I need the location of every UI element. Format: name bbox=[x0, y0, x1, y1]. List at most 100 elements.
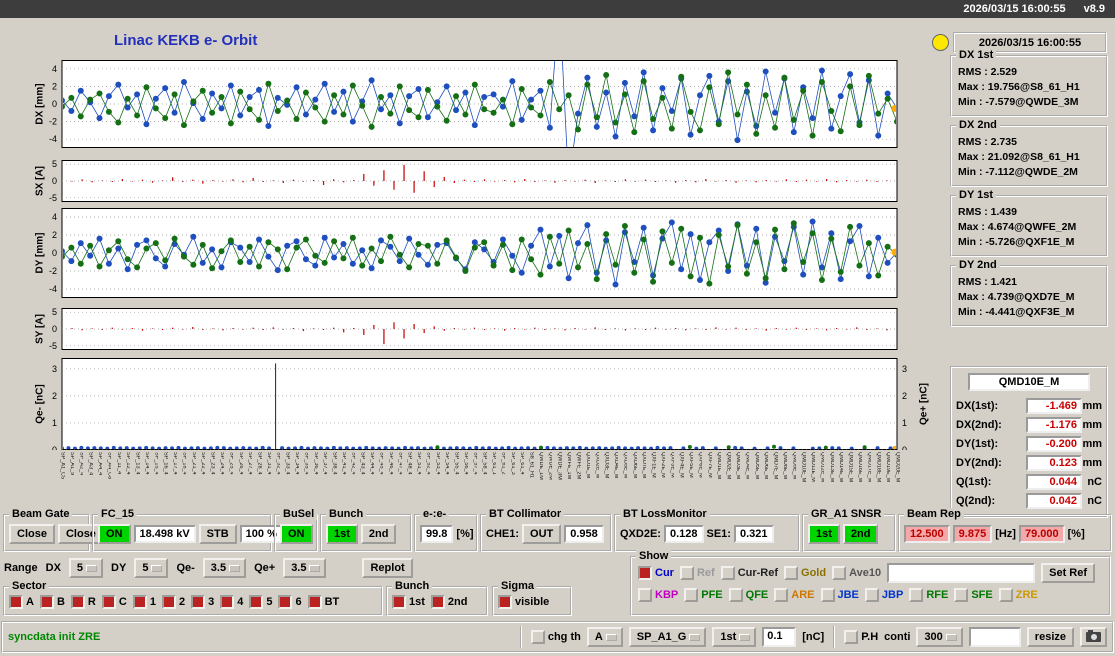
range-dy-select[interactable]: 5 bbox=[134, 558, 169, 578]
separator bbox=[519, 626, 522, 648]
resize-button[interactable]: resize bbox=[1026, 627, 1074, 647]
stat-min: Min : -5.726@QXF1E_M bbox=[958, 236, 1075, 248]
page-title: Linac KEKB e- Orbit bbox=[114, 32, 258, 49]
snsr-1st-button[interactable]: 1st bbox=[808, 524, 840, 544]
replot-button[interactable]: Replot bbox=[362, 558, 413, 578]
sy-steering-plot: 5 0 -5 bbox=[49, 308, 898, 350]
ref-file-entry[interactable] bbox=[887, 563, 1036, 583]
x-tick-label: SP_35_4 bbox=[303, 452, 309, 475]
mode-select[interactable]: A bbox=[586, 627, 623, 647]
che1-out-button[interactable]: OUT bbox=[522, 524, 562, 544]
show-checkbox-are[interactable]: ARE bbox=[774, 588, 815, 602]
x-tick-label: SP_38_4 bbox=[331, 452, 337, 475]
charge-plot: 3 3 2 2 1 1 0 0 bbox=[52, 358, 907, 450]
sector-checkbox-bt[interactable]: BT bbox=[307, 594, 339, 609]
show-checkbox-qfe[interactable]: QFE bbox=[728, 588, 768, 602]
fc15-stb-button[interactable]: STB bbox=[198, 524, 237, 544]
x-tick-label: QWFE_1M bbox=[566, 452, 572, 480]
x-tick-label: QXF1E_M bbox=[650, 452, 656, 478]
sigma-label: Sigma bbox=[498, 580, 538, 592]
dy-axis-label: DY [mm] bbox=[34, 232, 46, 274]
sector-checkbox-c[interactable]: C bbox=[101, 594, 127, 609]
points-select[interactable]: 300 bbox=[916, 627, 963, 647]
set-ref-button[interactable]: Set Ref bbox=[1041, 563, 1096, 583]
sector-checkbox-5[interactable]: 5 bbox=[249, 594, 272, 609]
svg-text:5: 5 bbox=[52, 308, 57, 317]
bunch-group: Bunch 1st 2nd bbox=[320, 508, 412, 552]
show-checkbox-ave10[interactable]: Ave10 bbox=[832, 566, 881, 580]
svg-text:3: 3 bbox=[52, 364, 57, 374]
show-checkbox-label: RFE bbox=[926, 589, 949, 601]
range-dx-select[interactable]: 5 bbox=[68, 558, 104, 578]
show-checkbox-rfe[interactable]: RFE bbox=[909, 588, 948, 602]
show-checkbox-cur[interactable]: Cur bbox=[638, 566, 674, 580]
bunch-checkbox-1st[interactable]: 1st bbox=[392, 594, 425, 609]
stat-rms: RMS : 1.439 bbox=[958, 206, 1017, 218]
show-group: Show Cur Ref Cur-Ref Gold Ave10 Set Ref KBP P… bbox=[630, 550, 1111, 616]
x-tick-label: SP_61_2 bbox=[500, 452, 506, 475]
bunch-checkbox-2nd[interactable]: 2nd bbox=[430, 594, 468, 609]
show-checkbox-gold[interactable]: Gold bbox=[784, 566, 826, 580]
sector-checkbox-r[interactable]: R bbox=[70, 594, 96, 609]
x-tick-label: QXF3E_M bbox=[669, 452, 675, 478]
bunch-2nd-button[interactable]: 2nd bbox=[360, 524, 397, 544]
show-checkbox-label: JBE bbox=[837, 589, 859, 601]
monitor-select[interactable]: SP_A1_G bbox=[628, 627, 707, 647]
snsr-2nd-button[interactable]: 2nd bbox=[842, 524, 879, 544]
x-tick-label: SP_57_4 bbox=[472, 452, 478, 475]
show-checkbox-sfe[interactable]: SFE bbox=[954, 588, 993, 602]
monitor-row-unit: nC bbox=[1087, 475, 1102, 488]
x-tick-label: SP_61_4 bbox=[519, 452, 525, 475]
show-checkbox-zre[interactable]: ZRE bbox=[998, 588, 1038, 602]
beam-gate-label: Beam Gate bbox=[9, 508, 73, 520]
range-row: Range DX 5 DY 5 Qe- 3.5 Qe+ 3.5 Replot bbox=[4, 558, 413, 578]
sector-checkbox-2[interactable]: 2 bbox=[161, 594, 185, 609]
beam-rep-hz-unit: [Hz] bbox=[995, 528, 1016, 540]
sector-checkbox-3[interactable]: 3 bbox=[191, 594, 214, 609]
checkbox-indicator bbox=[307, 594, 322, 609]
bunch-1st-button[interactable]: 1st bbox=[326, 524, 358, 544]
show-checkbox-ref[interactable]: Ref bbox=[679, 566, 715, 580]
chg-th-checkbox[interactable]: chg th bbox=[530, 630, 581, 644]
sector-checkbox-1[interactable]: 1 bbox=[132, 594, 156, 609]
snapshot-button[interactable] bbox=[1080, 627, 1107, 647]
threshold-entry[interactable]: 0.1 bbox=[762, 627, 797, 647]
show-checkbox-jbe[interactable]: JBE bbox=[820, 588, 859, 602]
sigma-checkbox-visible[interactable]: visible bbox=[498, 594, 549, 609]
bunch-select[interactable]: 1st bbox=[712, 627, 757, 647]
show-checkbox-jbp[interactable]: JBP bbox=[864, 588, 903, 602]
free-entry[interactable] bbox=[968, 627, 1021, 647]
ph-checkbox[interactable]: P.H bbox=[844, 630, 878, 644]
show-checkbox-kbp[interactable]: KBP bbox=[638, 588, 678, 602]
x-tick-label: QXF4E_M bbox=[678, 452, 684, 478]
sector-checkbox-6[interactable]: 6 bbox=[278, 594, 302, 609]
range-qe-plus-select[interactable]: 3.5 bbox=[283, 558, 327, 578]
sector-checkbox-a[interactable]: A bbox=[9, 594, 34, 609]
show-checkbox-cur-ref[interactable]: Cur-Ref bbox=[720, 566, 778, 580]
range-qe-minus-select[interactable]: 3.5 bbox=[202, 558, 247, 578]
svg-text:4: 4 bbox=[52, 212, 57, 222]
show-checkbox-label: SFE bbox=[971, 589, 993, 601]
checkbox-indicator bbox=[728, 588, 743, 602]
checkbox-indicator bbox=[39, 594, 54, 609]
stat-box-dy-2nd: DY 2nd RMS : 1.421 Max : 4.739@QXD7E_M Min … bbox=[950, 259, 1108, 327]
checkbox-indicator bbox=[430, 594, 445, 609]
beam-gate-close-1-button[interactable]: Close bbox=[9, 524, 55, 544]
sector-checkbox-b[interactable]: B bbox=[39, 594, 65, 609]
checkbox-indicator bbox=[909, 588, 924, 602]
range-qe-minus-label: Qe- bbox=[176, 562, 195, 574]
x-tick-label: SP_18_4 bbox=[181, 452, 187, 475]
checkbox-indicator bbox=[161, 594, 176, 609]
bunch-select-label: Bunch bbox=[392, 580, 433, 592]
bunch-checkbox-label: 2nd bbox=[447, 595, 468, 608]
fc15-on-button[interactable]: ON bbox=[98, 524, 131, 544]
sector-checkbox-4[interactable]: 4 bbox=[220, 594, 243, 609]
monitor-row-value: 0.042 bbox=[1026, 492, 1082, 509]
range-dx-label: DX bbox=[45, 562, 61, 574]
x-tick-label: QMD3E_M bbox=[735, 452, 740, 480]
show-checkbox-pfe[interactable]: PFE bbox=[684, 588, 723, 602]
busel-on-button[interactable]: ON bbox=[280, 524, 313, 544]
x-tick-label: SP_61_3 bbox=[509, 452, 515, 475]
x-tick-label: SP_A1_C5 bbox=[59, 452, 65, 480]
qxd2e-label: QXD2E: bbox=[620, 528, 661, 540]
